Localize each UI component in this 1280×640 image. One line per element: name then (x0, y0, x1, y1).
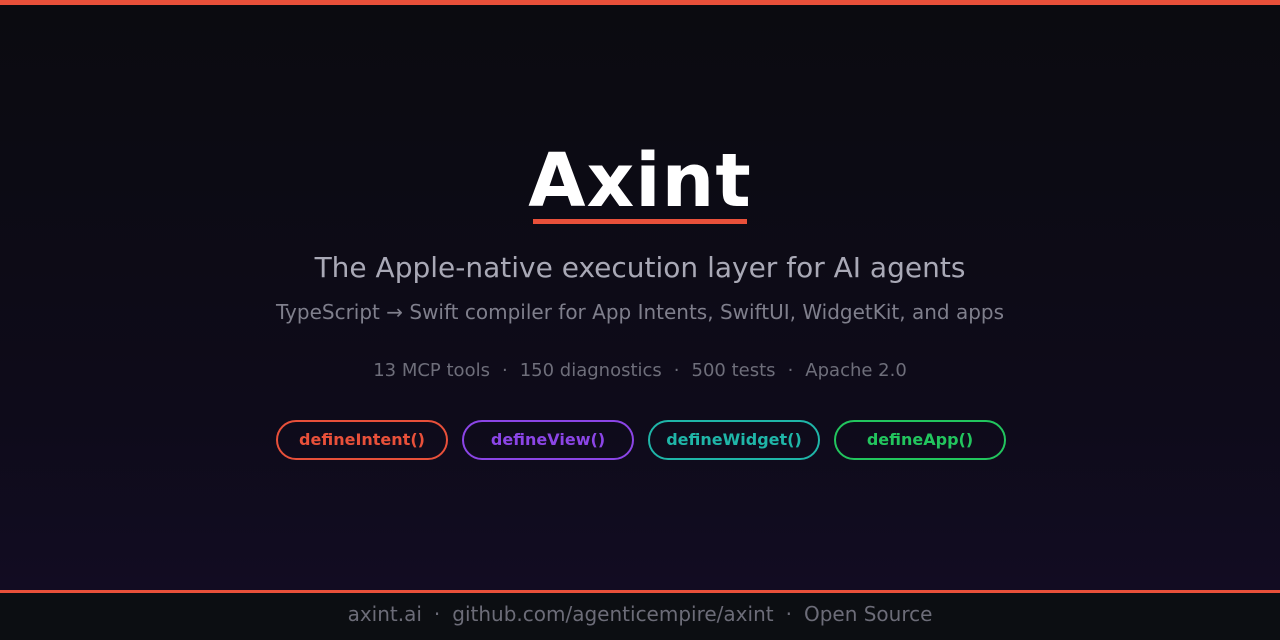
api-pills: defineIntent() defineView() defineWidget… (276, 420, 1006, 460)
title-container: Axint (0, 140, 1280, 222)
hero-section (0, 5, 1280, 590)
stat-diagnostics: 150 diagnostics (519, 360, 662, 381)
footer-separator: · (785, 602, 792, 626)
title-underline (533, 219, 747, 224)
pill-define-view[interactable]: defineView() (462, 420, 634, 460)
stats-row: 13 MCP tools · 150 diagnostics · 500 tests · A… (0, 359, 1280, 383)
pill-define-widget[interactable]: defineWidget() (648, 420, 820, 460)
pill-define-app[interactable]: defineApp() (834, 420, 1006, 460)
footer-link-github[interactable]: github.com/agenticempire/axint (452, 602, 773, 626)
footer-open-source: Open Source (803, 602, 933, 626)
tagline: TypeScript → Swift compiler for App Inte… (275, 300, 1005, 324)
subtitle: The Apple-native execution layer for AI … (314, 251, 966, 284)
stat-tests: 500 tests (691, 360, 776, 381)
stats-separator: · (787, 360, 794, 381)
stat-mcp-tools: 13 MCP tools (373, 360, 490, 381)
footer-link-site[interactable]: axint.ai (348, 602, 422, 626)
footer-separator: · (433, 602, 441, 626)
stats-separator: · (501, 360, 508, 381)
footer: axint.ai · github.com/agenticempire/axint ·… (0, 593, 1280, 640)
pill-define-intent[interactable]: defineIntent() (276, 420, 448, 460)
stats-separator: · (673, 360, 680, 381)
stat-license: Apache 2.0 (805, 360, 907, 381)
page-title: Axint (528, 138, 752, 224)
